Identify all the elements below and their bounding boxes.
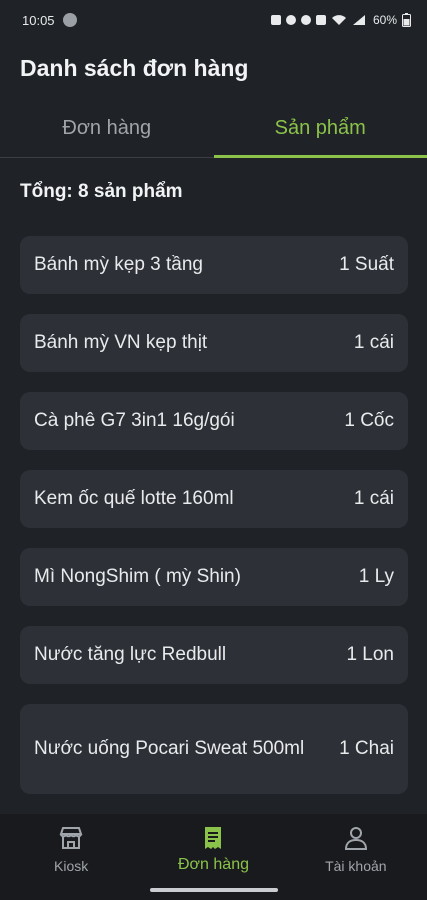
wifi-icon: [331, 15, 346, 25]
nav-label: Kiosk: [54, 858, 89, 874]
product-name: Kem ốc quế lotte 160ml: [34, 488, 234, 509]
product-quantity: 1 Chai: [339, 738, 394, 759]
product-list: Bánh mỳ kẹp 3 tầng 1 Suất Bánh mỳ VN kẹp…: [20, 236, 408, 814]
battery-percent: 60%: [372, 13, 397, 27]
lock-icon: [270, 15, 281, 25]
home-indicator[interactable]: [150, 888, 278, 892]
battery-icon: [402, 13, 411, 27]
store-icon: [59, 827, 83, 849]
mute-icon: [315, 15, 326, 25]
product-quantity: 1 cái: [353, 488, 394, 509]
product-name: Bánh mỳ VN kẹp thịt: [34, 332, 208, 353]
nav-label: Tài khoản: [325, 858, 387, 874]
person-icon: [344, 827, 367, 850]
tab-products[interactable]: Sản phẩm: [213, 100, 427, 158]
product-name: Cà phê G7 3in1 16g/gói: [34, 410, 235, 431]
status-icons: 60%: [270, 13, 411, 27]
product-quantity: 1 Ly: [358, 566, 394, 587]
list-item[interactable]: Cà phê G7 3in1 16g/gói 1 Cốc: [20, 392, 408, 450]
list-item[interactable]: Nước tăng lực Redbull 1 Lon: [20, 626, 408, 684]
tab-orders[interactable]: Đơn hàng: [0, 100, 214, 157]
bluetooth-icon: [300, 15, 311, 25]
list-item[interactable]: Kem ốc quế lotte 160ml 1 cái: [20, 470, 408, 528]
status-bar: 10:05 60%: [0, 0, 427, 40]
list-item[interactable]: Nước uống Pocari Sweat 500ml 1 Chai: [20, 704, 408, 794]
nav-label: Đơn hàng: [178, 856, 249, 873]
product-name: Nước tăng lực Redbull: [34, 644, 227, 665]
status-time: 10:05: [22, 12, 55, 28]
product-name: Mì NongShim ( mỳ Shin): [34, 566, 241, 587]
list-item[interactable]: Bánh mỳ kẹp 3 tầng 1 Suất: [20, 236, 408, 294]
notification-icon: [62, 13, 77, 27]
alarm-icon: [285, 15, 296, 25]
total-count: Tổng: 8 sản phẩm: [20, 181, 183, 202]
receipt-icon: [205, 827, 222, 849]
list-item[interactable]: Mì NongShim ( mỳ Shin) 1 Ly: [20, 548, 408, 606]
app-screen: 10:05 60% Danh sách đơn hàng Đơn hàng Sả: [0, 0, 427, 900]
tab-bar: Đơn hàng Sản phẩm: [0, 100, 427, 158]
product-name: Nước uống Pocari Sweat 500ml: [34, 738, 305, 759]
product-name: Bánh mỳ kẹp 3 tầng: [34, 254, 203, 275]
nav-kiosk[interactable]: Kiosk: [0, 814, 142, 900]
product-quantity: 1 Suất: [339, 254, 394, 275]
signal-icon: [352, 15, 365, 25]
nav-account[interactable]: Tài khoản: [285, 814, 427, 900]
product-quantity: 1 Cốc: [344, 410, 394, 431]
page-title: Danh sách đơn hàng: [20, 55, 249, 81]
list-item[interactable]: Bánh mỳ VN kẹp thịt 1 cái: [20, 314, 408, 372]
product-quantity: 1 Lon: [346, 644, 394, 665]
product-quantity: 1 cái: [353, 332, 394, 353]
